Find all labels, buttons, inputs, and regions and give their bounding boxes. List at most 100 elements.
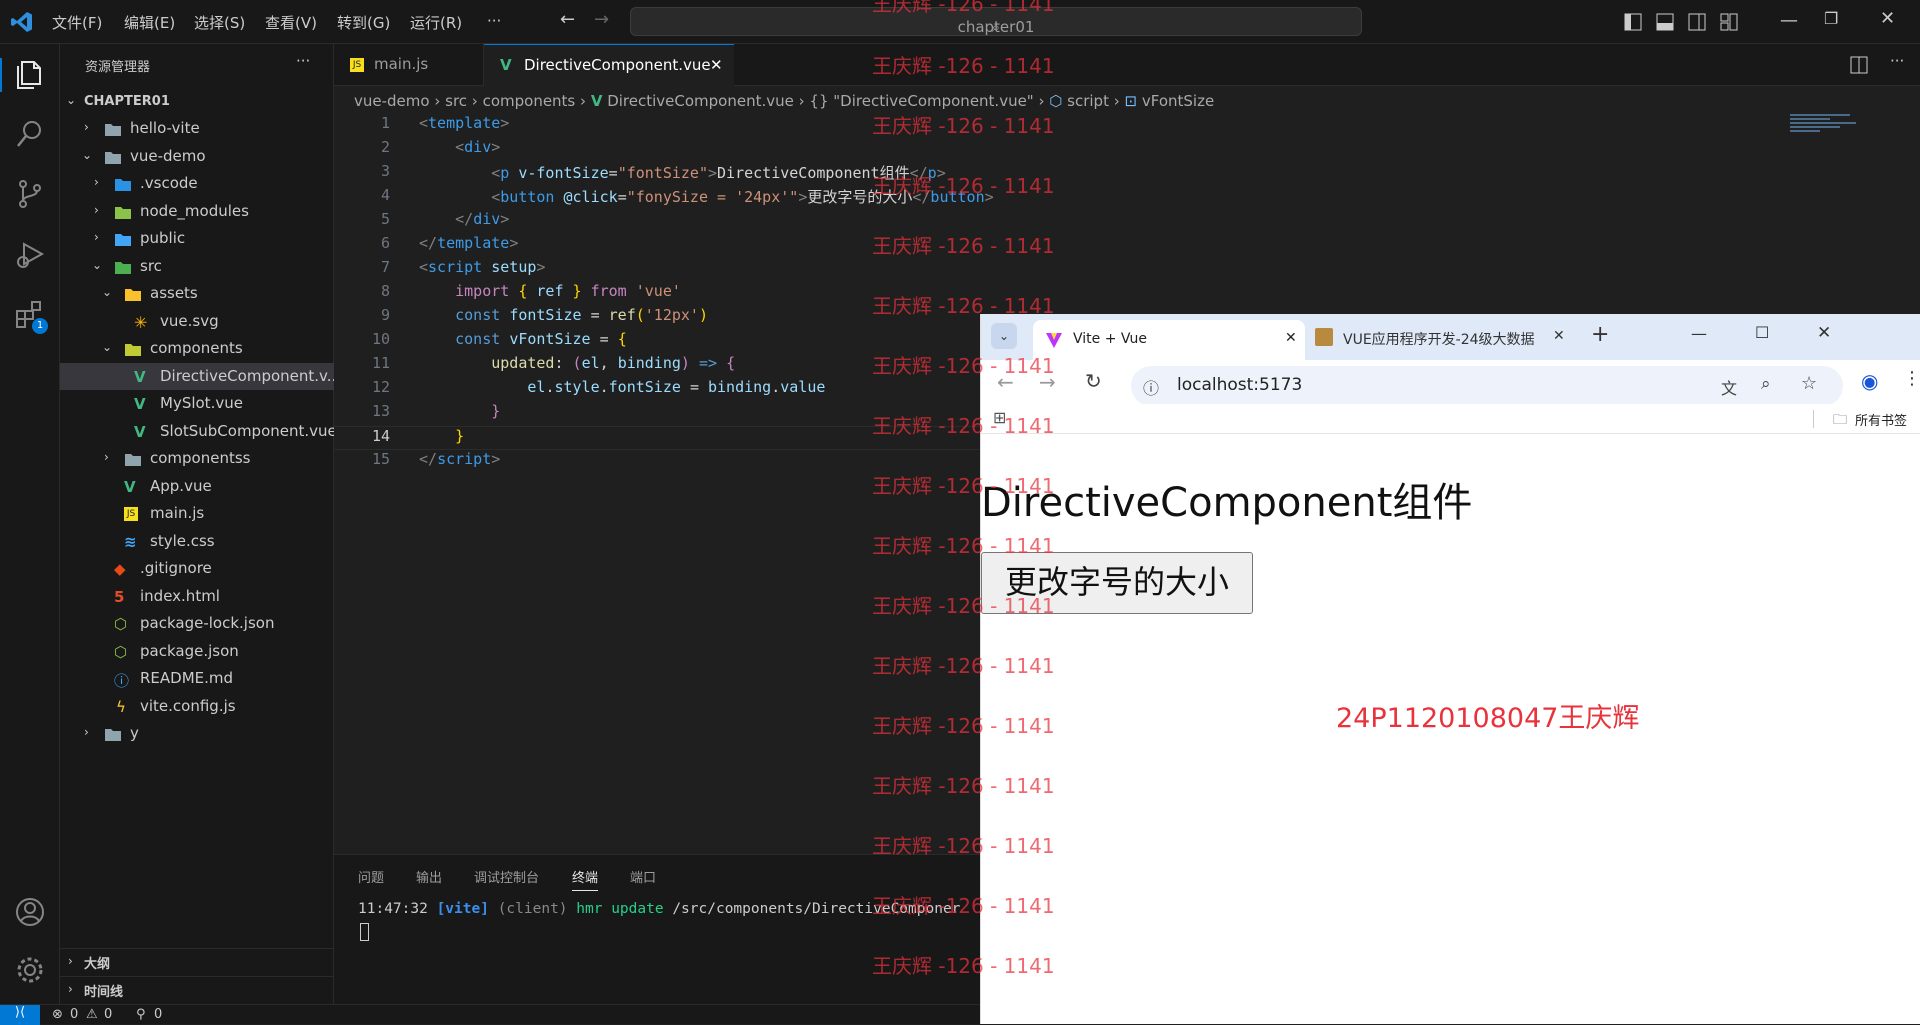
browser-tab-vite[interactable]: Vite + Vue ✕ bbox=[1033, 320, 1305, 360]
breadcrumb-item[interactable]: src bbox=[445, 92, 467, 110]
tree-item-myslot[interactable]: V MySlot.vue bbox=[60, 390, 334, 417]
tree-item-hello-vite[interactable]: › hello-vite bbox=[60, 115, 334, 142]
code-line[interactable]: 9 const fontSize = ref('12px') bbox=[334, 306, 984, 330]
browser-forward-icon[interactable]: → bbox=[1039, 370, 1056, 394]
tree-item-index-html[interactable]: 5 index.html bbox=[60, 583, 334, 610]
code-line[interactable]: 1 <template> bbox=[334, 114, 984, 138]
zoom-icon[interactable]: ⌕ bbox=[1761, 374, 1771, 394]
menu-more[interactable]: ··· bbox=[487, 12, 501, 30]
tree-item-node-modules[interactable]: › node_modules bbox=[60, 198, 334, 225]
terminal-output[interactable]: 11:47:32 [vite] (client) hmr update /src… bbox=[358, 901, 978, 917]
toggle-sidebar-icon[interactable] bbox=[1624, 13, 1642, 31]
explorer-icon[interactable] bbox=[14, 58, 46, 90]
code-line[interactable]: 2 <div> bbox=[334, 138, 984, 162]
translate-icon[interactable]: 文 bbox=[1721, 375, 1737, 399]
tree-item-src[interactable]: ⌄ src bbox=[60, 253, 334, 280]
tree-item-directive-component[interactable]: V DirectiveComponent.v... bbox=[60, 363, 334, 390]
command-center[interactable]: ⌕ chapter01 bbox=[630, 7, 1362, 36]
tree-item-package-json[interactable]: ⬡ package.json bbox=[60, 638, 334, 665]
timeline-section[interactable]: › 时间线 bbox=[60, 976, 334, 1003]
breadcrumb-item[interactable]: components bbox=[483, 92, 576, 110]
code-line[interactable]: 11 updated: (el, binding) => { bbox=[334, 354, 984, 378]
tree-item-vite-config[interactable]: ϟ vite.config.js bbox=[60, 693, 334, 720]
run-debug-icon[interactable] bbox=[14, 238, 46, 270]
restore-icon[interactable]: ❐ bbox=[1824, 9, 1838, 28]
tree-item-vue-svg[interactable]: ✳ vue.svg bbox=[60, 308, 334, 335]
close-icon[interactable]: ✕ bbox=[1880, 8, 1895, 29]
root-folder[interactable]: ⌄ CHAPTER01 bbox=[60, 88, 334, 115]
menu-selection[interactable]: 选择(S) bbox=[194, 12, 245, 33]
menu-run[interactable]: 运行(R) bbox=[410, 12, 462, 33]
accounts-icon[interactable] bbox=[14, 896, 46, 928]
menu-edit[interactable]: 编辑(E) bbox=[124, 12, 175, 33]
change-font-size-button[interactable]: 更改字号的大小 bbox=[981, 552, 1253, 614]
outline-section[interactable]: › 大纲 bbox=[60, 948, 334, 975]
tree-item-vue-demo[interactable]: ⌄ vue-demo bbox=[60, 143, 334, 170]
source-control-icon[interactable] bbox=[14, 178, 46, 210]
breadcrumb-item[interactable]: script bbox=[1067, 92, 1109, 110]
browser-back-icon[interactable]: ← bbox=[997, 370, 1014, 394]
split-editor-icon[interactable] bbox=[1850, 56, 1868, 74]
tab-debug-console[interactable]: 调试控制台 bbox=[474, 867, 539, 886]
browser-tab-close-icon[interactable]: ✕ bbox=[1553, 328, 1565, 344]
code-line[interactable]: 15 </script> bbox=[334, 450, 984, 474]
customize-layout-icon[interactable] bbox=[1720, 13, 1738, 31]
tree-item-vscode[interactable]: › .vscode bbox=[60, 170, 334, 197]
tab-search-chevron-icon[interactable]: ⌄ bbox=[991, 323, 1017, 349]
tree-item-package-lock[interactable]: ⬡ package-lock.json bbox=[60, 610, 334, 637]
tab-problems[interactable]: 问题 bbox=[358, 867, 384, 886]
forward-arrow-icon[interactable]: → bbox=[594, 9, 609, 30]
browser-maximize-icon[interactable]: ☐ bbox=[1755, 323, 1769, 342]
browser-menu-icon[interactable]: ⋮ bbox=[1903, 368, 1920, 389]
code-line[interactable]: 4 <button @click="fonySize = '24px'">更改字… bbox=[334, 186, 994, 210]
code-line[interactable]: 5 </div> bbox=[334, 210, 984, 234]
explorer-more-button[interactable]: ··· bbox=[296, 52, 310, 70]
browser-reload-icon[interactable]: ↻ bbox=[1085, 369, 1102, 393]
back-arrow-icon[interactable]: ← bbox=[560, 9, 575, 30]
settings-gear-icon[interactable] bbox=[14, 954, 46, 986]
search-icon[interactable] bbox=[14, 118, 46, 150]
code-line[interactable]: 10 const vFontSize = { bbox=[334, 330, 984, 354]
breadcrumb-item[interactable]: vue-demo bbox=[354, 92, 430, 110]
tree-item-main-js[interactable]: JS main.js bbox=[60, 500, 334, 527]
folder-icon[interactable]: 🗀 bbox=[1833, 409, 1847, 433]
tree-item-slot-sub-component[interactable]: V SlotSubComponent.vue bbox=[60, 418, 334, 445]
minimap[interactable] bbox=[1790, 114, 1860, 144]
tree-item-gitignore[interactable]: ◆ .gitignore bbox=[60, 555, 334, 582]
tree-item-componentss[interactable]: › componentss bbox=[60, 445, 334, 472]
tree-item-assets[interactable]: ⌄ assets bbox=[60, 280, 334, 307]
toggle-panel-icon[interactable] bbox=[1656, 13, 1674, 31]
bookmark-star-icon[interactable]: ☆ bbox=[1801, 373, 1817, 394]
tab-terminal[interactable]: 终端 bbox=[572, 867, 599, 891]
code-line-current[interactable]: 14 } bbox=[334, 426, 984, 450]
editor-more-icon[interactable]: ··· bbox=[1890, 52, 1904, 70]
profile-icon[interactable]: ◉ bbox=[1861, 369, 1878, 393]
browser-tab-close-icon[interactable]: ✕ bbox=[1285, 330, 1297, 346]
code-line[interactable]: 12 el.style.fontSize = binding.value bbox=[334, 378, 984, 402]
all-bookmarks-label[interactable]: 所有书签 bbox=[1855, 410, 1907, 429]
code-line[interactable]: 7 <script setup> bbox=[334, 258, 984, 282]
tree-item-public[interactable]: › public bbox=[60, 225, 334, 252]
remote-icon[interactable]: ⟩⟨ bbox=[0, 1005, 40, 1025]
warnings-icon[interactable]: ⚠ bbox=[86, 1007, 98, 1022]
toggle-secondary-sidebar-icon[interactable] bbox=[1688, 13, 1706, 31]
address-bar[interactable]: ⓘ localhost:5173 文 ⌕ ☆ bbox=[1131, 366, 1843, 406]
menu-view[interactable]: 查看(V) bbox=[265, 12, 317, 33]
apps-grid-icon[interactable]: ⊞ bbox=[993, 408, 1006, 427]
tab-ports[interactable]: 端口 bbox=[630, 867, 656, 886]
breadcrumb-item[interactable]: DirectiveComponent.vue bbox=[607, 92, 794, 110]
menu-go[interactable]: 转到(G) bbox=[337, 12, 390, 33]
tab-directive-component[interactable]: V DirectiveComponent.vue ✕ bbox=[484, 44, 734, 86]
code-line[interactable]: 13 } bbox=[334, 402, 984, 426]
breadcrumb-item[interactable]: {} "DirectiveComponent.vue" bbox=[809, 92, 1033, 110]
tree-item-app-vue[interactable]: V App.vue bbox=[60, 473, 334, 500]
site-info-icon[interactable]: ⓘ bbox=[1143, 375, 1159, 399]
browser-minimize-icon[interactable]: — bbox=[1691, 324, 1707, 343]
code-line[interactable]: 8 import { ref } from 'vue' bbox=[334, 282, 984, 306]
tree-item-style-css[interactable]: ≋ style.css bbox=[60, 528, 334, 555]
tab-main-js[interactable]: JS main.js bbox=[334, 44, 484, 86]
tree-item-readme[interactable]: ⓘ README.md bbox=[60, 665, 334, 692]
menu-file[interactable]: 文件(F) bbox=[52, 12, 102, 33]
minimize-icon[interactable]: — bbox=[1780, 10, 1798, 31]
breadcrumb-item[interactable]: vFontSize bbox=[1142, 92, 1214, 110]
